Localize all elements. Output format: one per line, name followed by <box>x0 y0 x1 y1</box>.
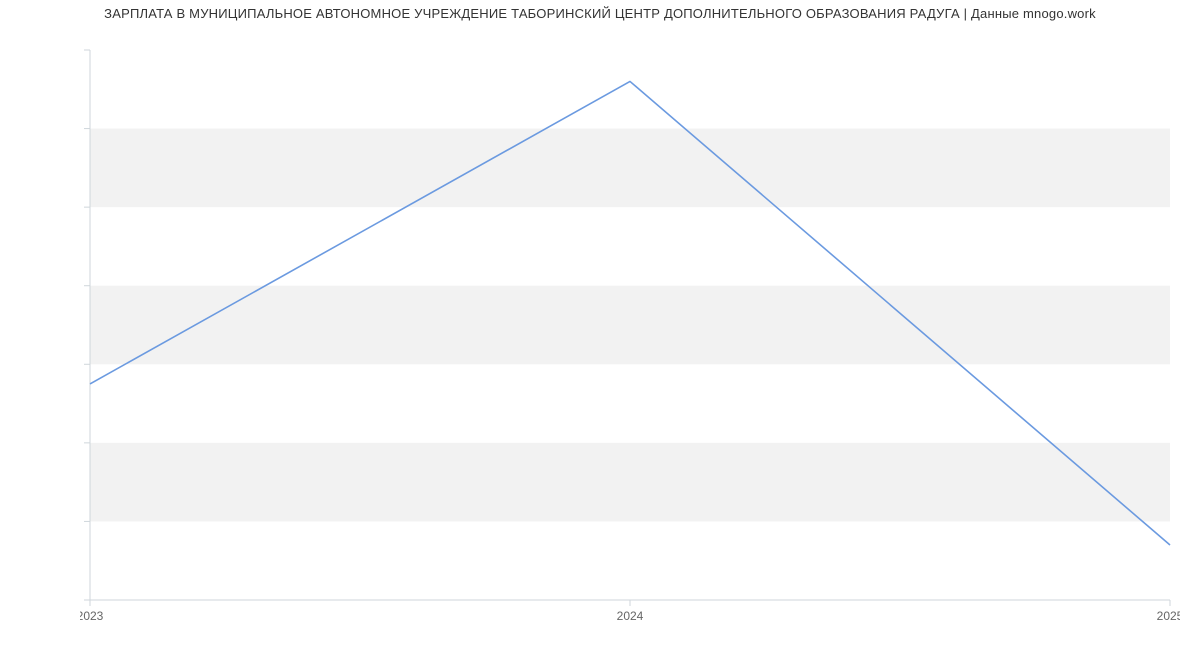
x-tick-label: 2024 <box>617 609 644 623</box>
chart-svg: 1400016000180002000022000240002600028000… <box>80 40 1180 640</box>
chart-title: ЗАРПЛАТА В МУНИЦИПАЛЬНОЕ АВТОНОМНОЕ УЧРЕ… <box>0 6 1200 21</box>
x-tick-label: 2023 <box>80 609 104 623</box>
chart-container: ЗАРПЛАТА В МУНИЦИПАЛЬНОЕ АВТОНОМНОЕ УЧРЕ… <box>0 0 1200 650</box>
plot-area: 1400016000180002000022000240002600028000… <box>80 40 1180 600</box>
x-tick-label: 2025 <box>1157 609 1180 623</box>
